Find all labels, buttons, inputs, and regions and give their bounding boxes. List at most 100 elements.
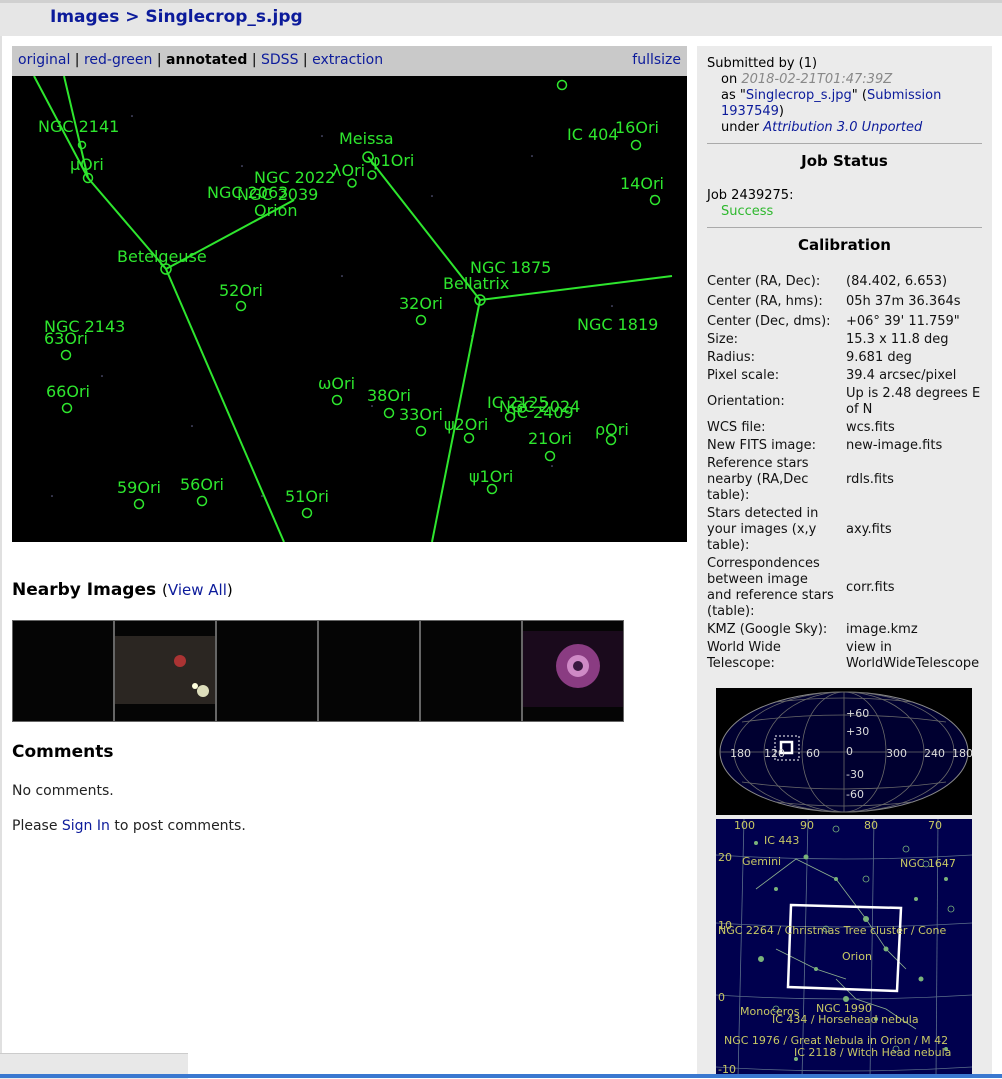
nearby-thumbnail[interactable] [318,620,420,722]
nearby-thumbnail[interactable] [216,620,318,722]
cal-key: Center (Dec, dms): [707,314,831,329]
annotated-image-panel: original | red-green | annotated | SDSS … [12,46,687,542]
star-label: ψ2Ori [444,415,488,434]
new-fits-link[interactable]: new-image.fits [846,438,986,454]
tab-extraction[interactable]: extraction [312,52,383,68]
zoom-ra-tick: 70 [928,819,942,832]
allsky-lon-label: 120 [764,747,785,760]
cal-value: +06° 39' 11.759" [846,314,960,329]
filename-link[interactable]: Singlecrop_s.jpg [746,88,852,103]
zoomed-sky-map[interactable]: IC 443 Gemini NGC 1647 NGC 2264 / Christmas… [716,819,972,1078]
image-view-tabs: original | red-green | annotated | SDSS … [12,46,687,76]
job-status: Job 2439275: Success [707,188,793,220]
comments-heading: Comments [12,742,114,762]
zoom-object-label: NGC 1647 [900,857,956,870]
allsky-lat-label: -30 [846,768,864,781]
star-label: 33Ori [399,405,443,424]
nearby-thumbnails [12,620,624,722]
star-label: 32Ori [399,294,443,313]
breadcrumb: Images > Singlecrop_s.jpg [50,7,303,27]
wcs-file-link[interactable]: wcs.fits [846,420,986,436]
corr-link[interactable]: corr.fits [846,580,986,596]
cal-value: 39.4 arcsec/pixel [846,368,957,383]
star-label: 16Ori [615,118,659,137]
star-label: Bellatrix [443,274,509,293]
breadcrumb-images-link[interactable]: Images [50,7,119,27]
cal-key: Stars detected in your images (x,y table… [707,506,819,553]
tab-red-green[interactable]: red-green [84,52,152,68]
annotated-sky-image[interactable]: 18Ori NGC 2141 μOri Meissa φ1Ori λOri IC 40416… [12,76,687,542]
zoom-ra-tick: 90 [800,819,814,832]
job-status-heading: Job Status [801,152,888,170]
all-sky-map[interactable]: +60 +30 0 -30 -60 180 120 60 300 240 180 [716,688,972,815]
star-label: 38Ori [367,386,411,405]
star-label: NGC 2141 [38,117,119,136]
zoom-ra-tick: 100 [734,819,755,832]
star-label: 66Ori [46,382,90,401]
cal-key: World Wide Telescope: [707,640,781,671]
star-label: 56Ori [180,475,224,494]
zoom-ra-tick: 80 [864,819,878,832]
nearby-thumbnail[interactable] [12,620,114,722]
star-label: IC 2409 [512,403,574,422]
zoom-object-label: IC 2118 / Witch Head nebula [794,1046,951,1059]
kmz-link[interactable]: image.kmz [846,622,986,638]
allsky-lat-label: 0 [846,745,853,758]
axy-link[interactable]: axy.fits [846,522,986,538]
fullsize-link[interactable]: fullsize [632,46,681,74]
star-label: 21Ori [528,429,572,448]
cal-key: Correspondences between image and refere… [707,556,834,619]
tab-annotated[interactable]: annotated [166,52,247,68]
submission-date: 2018-02-21T01:47:39Z [741,72,893,87]
breadcrumb-current-link[interactable]: Singlecrop_s.jpg [145,7,302,27]
tab-sdss[interactable]: SDSS [261,52,298,68]
bottom-bar [0,1074,1002,1078]
star-label: 14Ori [620,174,664,193]
cal-key: Size: [707,332,739,347]
nearby-thumbnail[interactable] [420,620,522,722]
star-label: ρOri [595,420,629,439]
on-label: on [721,72,738,87]
nearby-thumbnail[interactable] [522,620,624,722]
view-all-link[interactable]: View All [168,581,227,599]
cal-key: Center (RA, hms): [707,294,823,309]
calibration-heading: Calibration [798,236,891,254]
star-label: ψ1Ori [469,467,513,486]
divider [707,143,982,144]
rdls-link[interactable]: rdls.fits [846,472,986,488]
sign-in-link[interactable]: Sign In [62,818,110,834]
cal-key: Orientation: [707,394,785,409]
info-sidebar: Submitted by (1) on 2018-02-21T01:47:39Z… [697,46,992,1078]
star-label: ωOri [318,374,355,393]
cal-key: KMZ (Google Sky): [707,622,828,637]
under-label: under [721,120,760,135]
allsky-lon-label: 60 [806,747,820,760]
star-label: NGC 1819 [577,315,658,334]
allsky-lat-label: -60 [846,788,864,801]
submission-info: Submitted by (1) on 2018-02-21T01:47:39Z… [707,56,992,136]
tab-original[interactable]: original [18,52,70,68]
allsky-lat-label: +60 [846,707,869,720]
as-label: as " [721,88,746,103]
cal-value: 05h 37m 36.364s [846,294,961,309]
paren-close: ) [778,104,784,119]
star-label: Orion [254,201,298,220]
prompt-text: Please [12,818,62,834]
left-edge [0,36,2,1078]
star-label: φ1Ori [370,151,414,170]
zoom-object-label: NGC 2264 / Christmas Tree cluster / Cone [718,924,946,937]
cal-key: New FITS image: [707,438,816,453]
cal-value: 15.3 x 11.8 deg [846,332,949,347]
allsky-lon-label: 180 [952,747,972,760]
divider [707,227,982,228]
star-label: Meissa [339,129,394,148]
no-comments-text: No comments. [12,783,114,799]
allsky-lon-label: 300 [886,747,907,760]
cal-key: Pixel scale: [707,368,780,383]
wwt-link[interactable]: view in WorldWideTelescope [846,640,986,672]
license-link[interactable]: Attribution 3.0 Unported [763,120,922,135]
allsky-lon-label: 180 [730,747,751,760]
star-label: 59Ori [117,478,161,497]
nearby-thumbnail[interactable] [114,620,216,722]
zoom-dec-tick: 10 [718,919,732,932]
